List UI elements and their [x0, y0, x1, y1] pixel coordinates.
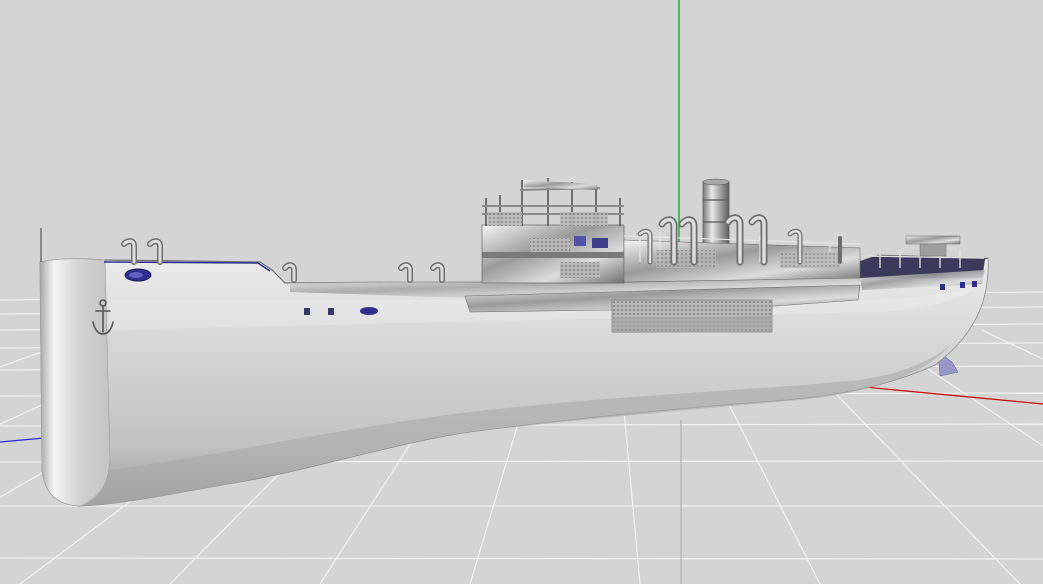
stern-port-3 — [972, 281, 977, 287]
3d-viewport[interactable] — [0, 0, 1043, 584]
stern-platform — [905, 235, 961, 245]
engine-house-mesh — [656, 250, 716, 268]
engine-house-mesh-2 — [780, 252, 840, 268]
grid-line — [0, 557, 1043, 560]
ship-bow — [39, 258, 111, 507]
side-panel-lower — [612, 316, 772, 333]
axis-z-line — [0, 437, 45, 443]
stern-platform-post — [919, 243, 947, 257]
porthole-1 — [304, 308, 310, 315]
scene-canvas[interactable] — [0, 0, 1043, 584]
bridge-superstructure — [481, 178, 625, 284]
grid-line — [981, 329, 1043, 360]
hawse-pipe-inner — [129, 272, 143, 278]
porthole-2 — [328, 308, 334, 315]
stern-port-1 — [940, 284, 945, 290]
ship-model[interactable] — [39, 178, 989, 507]
stern-port-2 — [960, 282, 965, 288]
porthole-blue — [360, 307, 378, 315]
